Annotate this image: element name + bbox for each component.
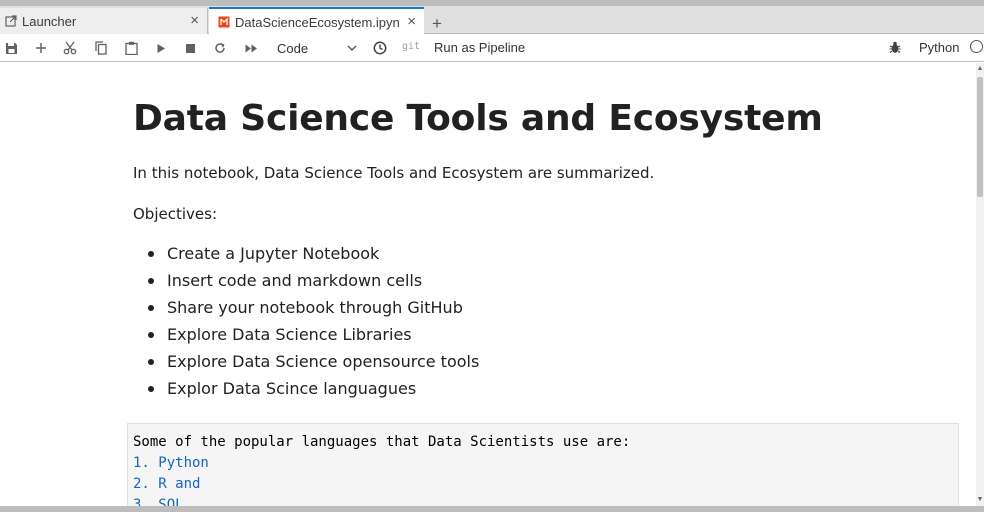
close-icon[interactable]: × [190, 12, 199, 30]
list-item: Insert code and markdown cells [133, 271, 479, 298]
stop-icon[interactable] [184, 38, 196, 58]
run-as-pipeline-button[interactable]: Run as Pipeline [434, 40, 525, 55]
list-item: Create a Jupyter Notebook [133, 244, 479, 271]
git-label[interactable]: git [402, 41, 420, 52]
plus-icon[interactable] [34, 38, 48, 58]
jupyterlab-window: Launcher × DataScienceEcosystem.ipyn × + [0, 0, 984, 512]
list-item: Explore Data Science opensource tools [133, 352, 479, 379]
scroll-up-icon[interactable]: ▲ [976, 65, 984, 73]
code-line: 1. Python [133, 455, 209, 471]
notebook-panel[interactable]: Data Science Tools and Ecosystem In this… [0, 63, 976, 506]
restart-icon[interactable] [213, 38, 227, 58]
vertical-scrollbar[interactable]: ▲ ▼ [976, 63, 984, 506]
list-item: Explor Data Scince languagues [133, 379, 479, 406]
tab-launcher[interactable]: Launcher × [0, 8, 208, 34]
new-tab-plus-icon[interactable]: + [428, 14, 446, 34]
code-line: Some of the popular languages that Data … [133, 434, 631, 450]
paste-icon[interactable] [124, 38, 138, 58]
scissors-icon[interactable] [63, 38, 77, 58]
fast-forward-icon[interactable] [243, 38, 259, 58]
cell-type-value: Code [277, 40, 309, 56]
bottom-border [0, 506, 984, 512]
intro-text: In this notebook, Data Science Tools and… [133, 164, 655, 182]
chevron-down-icon [347, 39, 357, 60]
external-link-icon [4, 14, 18, 28]
save-icon[interactable] [4, 38, 18, 58]
bug-icon[interactable] [889, 41, 901, 59]
objectives-list: Create a Jupyter Notebook Insert code an… [133, 244, 479, 406]
objectives-label: Objectives: [133, 205, 217, 223]
tab-bar: Launcher × DataScienceEcosystem.ipyn × + [0, 6, 984, 35]
notebook-title: Data Science Tools and Ecosystem [133, 98, 823, 139]
run-icon[interactable] [155, 38, 167, 58]
clock-icon[interactable] [372, 38, 388, 58]
scrollbar-thumb[interactable] [977, 77, 983, 197]
tab-launcher-label: Launcher [22, 13, 77, 29]
notebook-toolbar: Code git Run as Pipeline Python [0, 34, 984, 62]
kernel-name[interactable]: Python [919, 40, 959, 55]
scroll-down-icon[interactable]: ▼ [976, 496, 984, 504]
notebook-icon [217, 15, 231, 29]
copy-icon[interactable] [94, 38, 108, 58]
list-item: Share your notebook through GitHub [133, 298, 479, 325]
code-line: 2. R and [133, 476, 201, 492]
tab-notebook-label: DataScienceEcosystem.ipyn [235, 14, 400, 30]
code-line: 3. SQL [133, 497, 184, 506]
code-cell[interactable]: Some of the popular languages that Data … [127, 423, 959, 506]
tab-notebook[interactable]: DataScienceEcosystem.ipyn × [209, 7, 424, 35]
list-item: Explore Data Science Libraries [133, 325, 479, 352]
kernel-status-icon [970, 40, 983, 53]
close-icon[interactable]: × [407, 13, 416, 31]
cell-type-select[interactable]: Code [277, 39, 357, 57]
